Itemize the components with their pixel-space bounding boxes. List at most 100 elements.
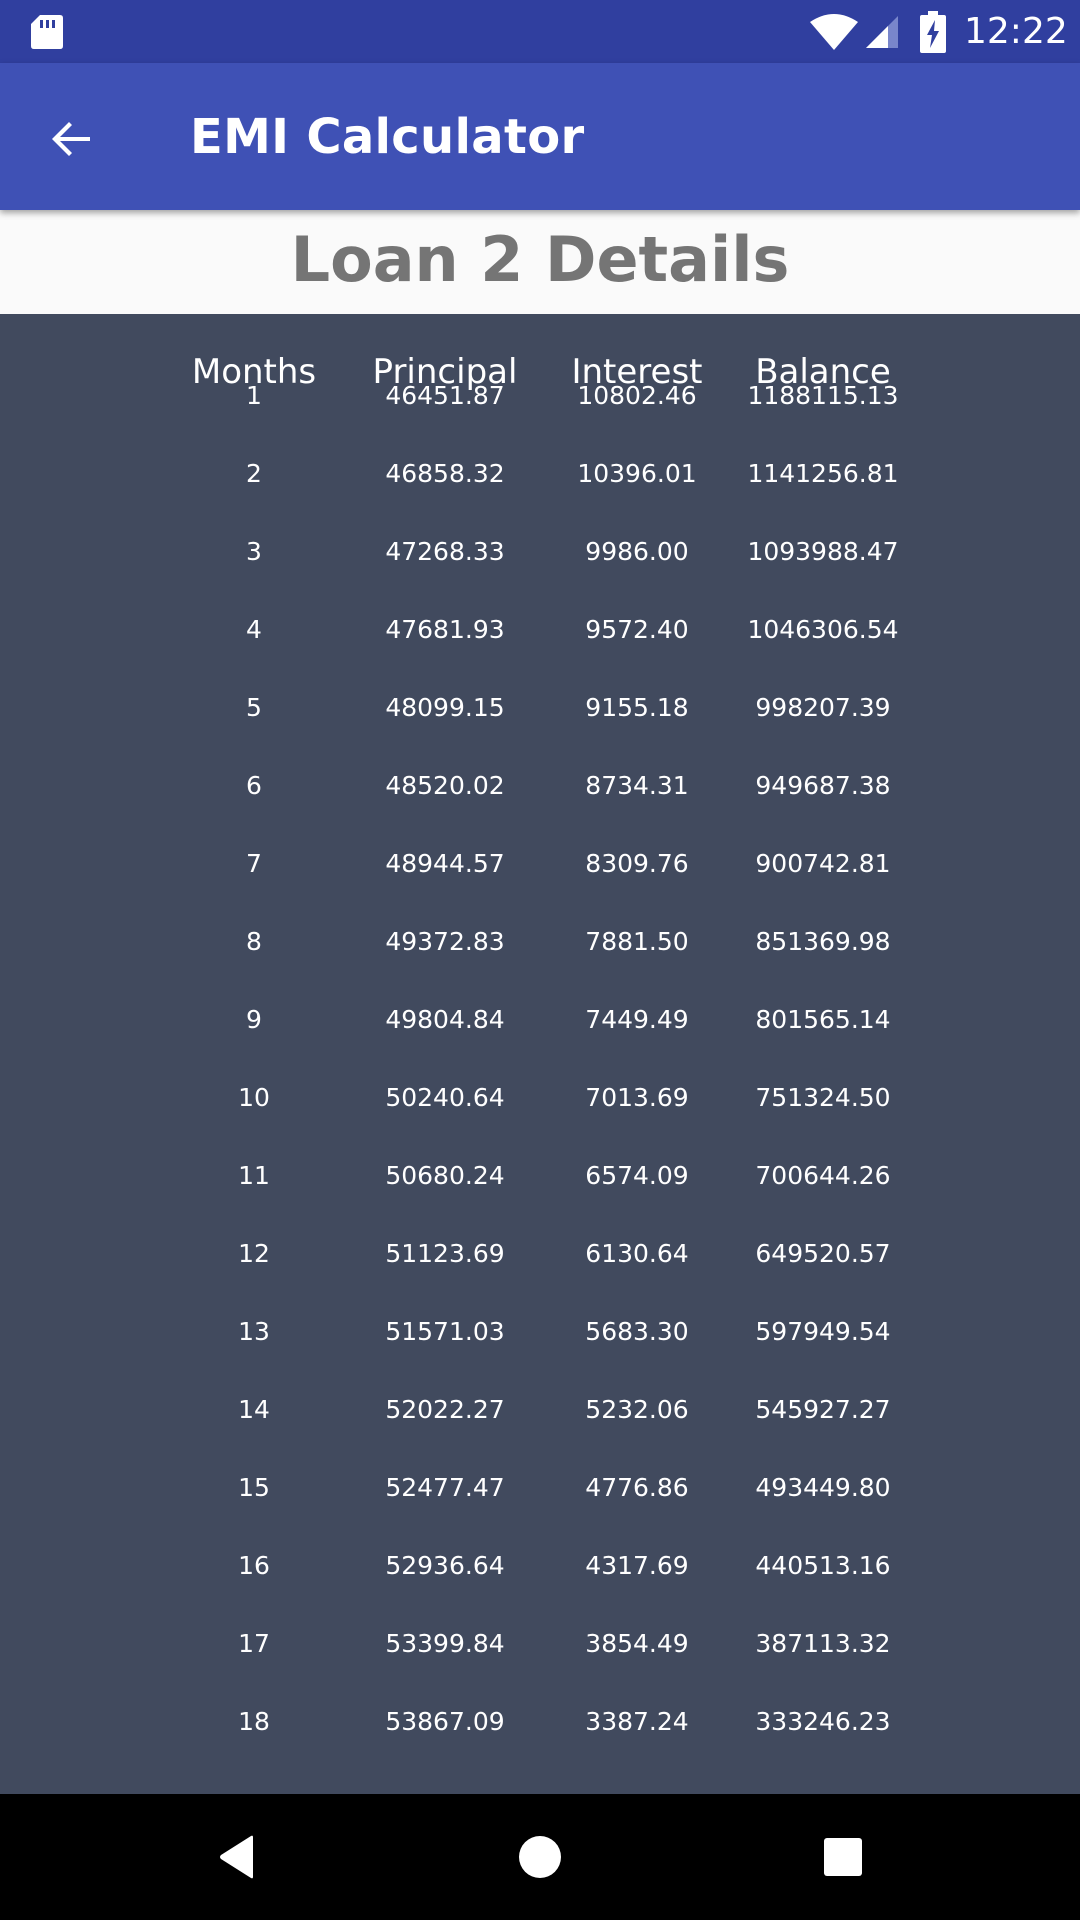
cell-months: 12 [238,1239,270,1268]
cell-interest: 8309.76 [585,849,689,878]
cell-principal: 48099.15 [385,693,505,722]
cell-principal: 47268.33 [385,537,505,566]
table-row: 13 51571.03 5683.30 597949.54 [0,1302,1080,1362]
cell-months: 7 [246,849,262,878]
cell-signal-icon [866,16,898,48]
cell-months: 1 [246,381,262,410]
cell-months: 13 [238,1317,270,1346]
table-row: 5 48099.15 9155.18 998207.39 [0,678,1080,738]
cell-balance: 1141256.81 [747,459,899,488]
cell-balance: 597949.54 [755,1317,891,1346]
cell-principal: 51123.69 [385,1239,505,1268]
cell-interest: 7449.49 [585,1005,689,1034]
nav-recents-icon [824,1838,862,1876]
cell-principal: 53399.84 [385,1629,505,1658]
table-row: 9 49804.84 7449.49 801565.14 [0,990,1080,1050]
cell-interest: 6574.09 [585,1161,689,1190]
status-bar: 12:22 [0,0,1080,63]
arrow-back-icon [52,122,90,156]
cell-principal: 47681.93 [385,615,505,644]
nav-home-icon [519,1836,561,1878]
cell-balance: 1188115.13 [747,381,899,410]
cell-interest: 9986.00 [585,537,689,566]
loan-header: Loan 2 Details [0,210,1080,314]
cell-months: 3 [246,537,262,566]
cell-principal: 46451.87 [385,381,505,410]
cell-balance: 387113.32 [755,1629,891,1658]
cell-principal: 49372.83 [385,927,505,956]
cell-principal: 53867.09 [385,1707,505,1736]
nav-recents-button[interactable] [810,1824,876,1890]
cell-interest: 5232.06 [585,1395,689,1424]
table-row: 15 52477.47 4776.86 493449.80 [0,1458,1080,1518]
cell-principal: 49804.84 [385,1005,505,1034]
table-row: 3 47268.33 9986.00 1093988.47 [0,522,1080,582]
cell-balance: 545927.27 [755,1395,891,1424]
cell-balance: 440513.16 [755,1551,891,1580]
table-row: 10 50240.64 7013.69 751324.50 [0,1068,1080,1128]
cell-principal: 50680.24 [385,1161,505,1190]
nav-back-icon [220,1835,253,1879]
cell-months: 9 [246,1005,262,1034]
cell-principal: 46858.32 [385,459,505,488]
cell-interest: 6130.64 [585,1239,689,1268]
cell-months: 15 [238,1473,270,1502]
cell-balance: 801565.14 [755,1005,891,1034]
cell-interest: 4317.69 [585,1551,689,1580]
table-row: 8 49372.83 7881.50 851369.98 [0,912,1080,972]
cell-balance: 851369.98 [755,927,891,956]
app-title: EMI Calculator [190,109,585,165]
table-row: 4 47681.93 9572.40 1046306.54 [0,600,1080,660]
cell-interest: 7013.69 [585,1083,689,1112]
cell-months: 8 [246,927,262,956]
cell-balance: 1046306.54 [747,615,899,644]
cell-principal: 52477.47 [385,1473,505,1502]
cell-months: 10 [238,1083,270,1112]
cell-interest: 9572.40 [585,615,689,644]
navigation-bar [0,1794,1080,1920]
cell-balance: 333246.23 [755,1707,891,1736]
amortization-table[interactable]: Months Principal Interest Balance 1 46451… [0,314,1080,1794]
cell-months: 5 [246,693,262,722]
cell-principal: 52936.64 [385,1551,505,1580]
cell-principal: 50240.64 [385,1083,505,1112]
table-row: 16 52936.64 4317.69 440513.16 [0,1536,1080,1596]
table-row: 7 48944.57 8309.76 900742.81 [0,834,1080,894]
cell-months: 11 [238,1161,270,1190]
cell-balance: 1093988.47 [747,537,899,566]
table-row: 2 46858.32 10396.01 1141256.81 [0,444,1080,504]
status-clock: 12:22 [964,11,1068,52]
cell-months: 18 [238,1707,270,1736]
cell-interest: 10802.46 [577,381,697,410]
screen: 12:22 EMI Calculator Loan 2 Details Mont… [0,0,1080,1920]
back-button[interactable] [36,103,108,175]
cell-interest: 9155.18 [585,693,689,722]
battery-charging-icon [920,11,946,53]
cell-principal: 48944.57 [385,849,505,878]
cell-balance: 493449.80 [755,1473,891,1502]
cell-interest: 5683.30 [585,1317,689,1346]
cell-months: 4 [246,615,262,644]
cell-months: 16 [238,1551,270,1580]
cell-months: 2 [246,459,262,488]
nav-back-button[interactable] [204,1824,270,1890]
cell-interest: 10396.01 [577,459,697,488]
cell-interest: 7881.50 [585,927,689,956]
cell-months: 17 [238,1629,270,1658]
table-row: 1 46451.87 10802.46 1188115.13 [0,366,1080,426]
table-row: 6 48520.02 8734.31 949687.38 [0,756,1080,816]
nav-home-button[interactable] [507,1824,573,1890]
cell-balance: 649520.57 [755,1239,891,1268]
table-row: 18 53867.09 3387.24 333246.23 [0,1692,1080,1752]
cell-months: 6 [246,771,262,800]
cell-principal: 51571.03 [385,1317,505,1346]
cell-balance: 751324.50 [755,1083,891,1112]
table-row: 12 51123.69 6130.64 649520.57 [0,1224,1080,1284]
cell-balance: 949687.38 [755,771,891,800]
cell-principal: 52022.27 [385,1395,505,1424]
app-bar: EMI Calculator [0,63,1080,210]
table-row: 14 52022.27 5232.06 545927.27 [0,1380,1080,1440]
table-row: 11 50680.24 6574.09 700644.26 [0,1146,1080,1206]
wifi-icon [810,14,858,50]
table-row: 17 53399.84 3854.49 387113.32 [0,1614,1080,1674]
